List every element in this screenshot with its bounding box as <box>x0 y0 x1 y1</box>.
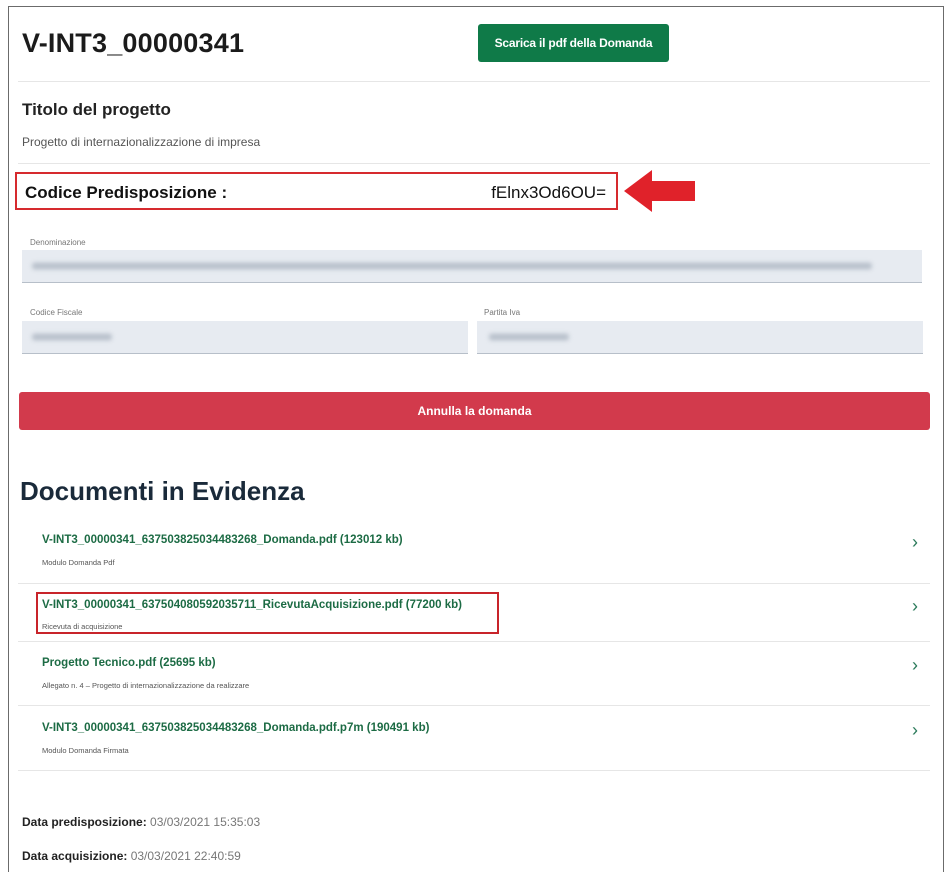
acquisition-date-value: 03/03/2021 22:40:59 <box>130 849 241 863</box>
code-highlight-box: Codice Predisposizione : fElnx3Od6OU= <box>15 172 618 210</box>
list-item[interactable]: Progetto Tecnico.pdf (25695 kb) Allegato… <box>20 645 930 705</box>
chevron-right-icon[interactable]: › <box>912 655 918 676</box>
project-title-value: Progetto di internazionalizzazione di im… <box>22 135 261 149</box>
blurred-value <box>32 333 112 341</box>
blurred-value <box>32 262 872 270</box>
code-label: Codice Predisposizione : <box>25 183 228 202</box>
divider <box>18 583 930 584</box>
cancel-application-button[interactable]: Annulla la domanda <box>19 392 930 430</box>
project-title-label: Titolo del progetto <box>22 100 171 119</box>
blurred-value <box>489 333 569 341</box>
acquisition-date-label: Data acquisizione: <box>22 849 128 863</box>
list-item[interactable]: V-INT3_00000341_637503825034483268_Doman… <box>20 710 930 770</box>
document-link[interactable]: V-INT3_00000341_637503825034483268_Doman… <box>42 534 403 546</box>
codice-fiscale-field[interactable] <box>22 321 468 354</box>
document-description: Allegato n. 4 – Progetto di internaziona… <box>42 681 250 690</box>
preparation-date-value: 03/03/2021 15:35:03 <box>150 815 261 829</box>
page-title: V-INT3_00000341 <box>22 28 245 58</box>
preparation-date: Data predisposizione: 03/03/2021 15:35:0… <box>22 815 260 829</box>
document-link[interactable]: V-INT3_00000341_637503825034483268_Doman… <box>42 722 429 734</box>
code-value: fElnx3Od6OU= <box>491 183 606 202</box>
divider <box>18 770 930 771</box>
codice-fiscale-label: Codice Fiscale <box>30 308 83 317</box>
document-link[interactable]: Progetto Tecnico.pdf (25695 kb) <box>42 657 216 669</box>
chevron-right-icon[interactable]: › <box>912 596 918 617</box>
chevron-right-icon[interactable]: › <box>912 532 918 553</box>
document-description: Modulo Domanda Pdf <box>42 558 115 567</box>
list-item[interactable]: V-INT3_00000341_637503825034483268_Doman… <box>20 522 930 582</box>
acquisition-date: Data acquisizione: 03/03/2021 22:40:59 <box>22 849 241 863</box>
divider <box>18 163 930 164</box>
download-pdf-button[interactable]: Scarica il pdf della Domanda <box>478 24 669 62</box>
partita-iva-field[interactable] <box>477 321 923 354</box>
document-description: Modulo Domanda Firmata <box>42 746 129 755</box>
document-highlight-box <box>36 592 499 634</box>
denominazione-field[interactable] <box>22 250 922 283</box>
denominazione-label: Denominazione <box>30 238 86 247</box>
divider <box>18 641 930 642</box>
red-arrow-icon <box>624 170 695 212</box>
chevron-right-icon[interactable]: › <box>912 720 918 741</box>
divider <box>18 81 930 82</box>
documents-heading: Documenti in Evidenza <box>20 476 305 506</box>
partita-iva-label: Partita Iva <box>484 308 521 317</box>
divider <box>18 705 930 706</box>
preparation-date-label: Data predisposizione: <box>22 815 147 829</box>
